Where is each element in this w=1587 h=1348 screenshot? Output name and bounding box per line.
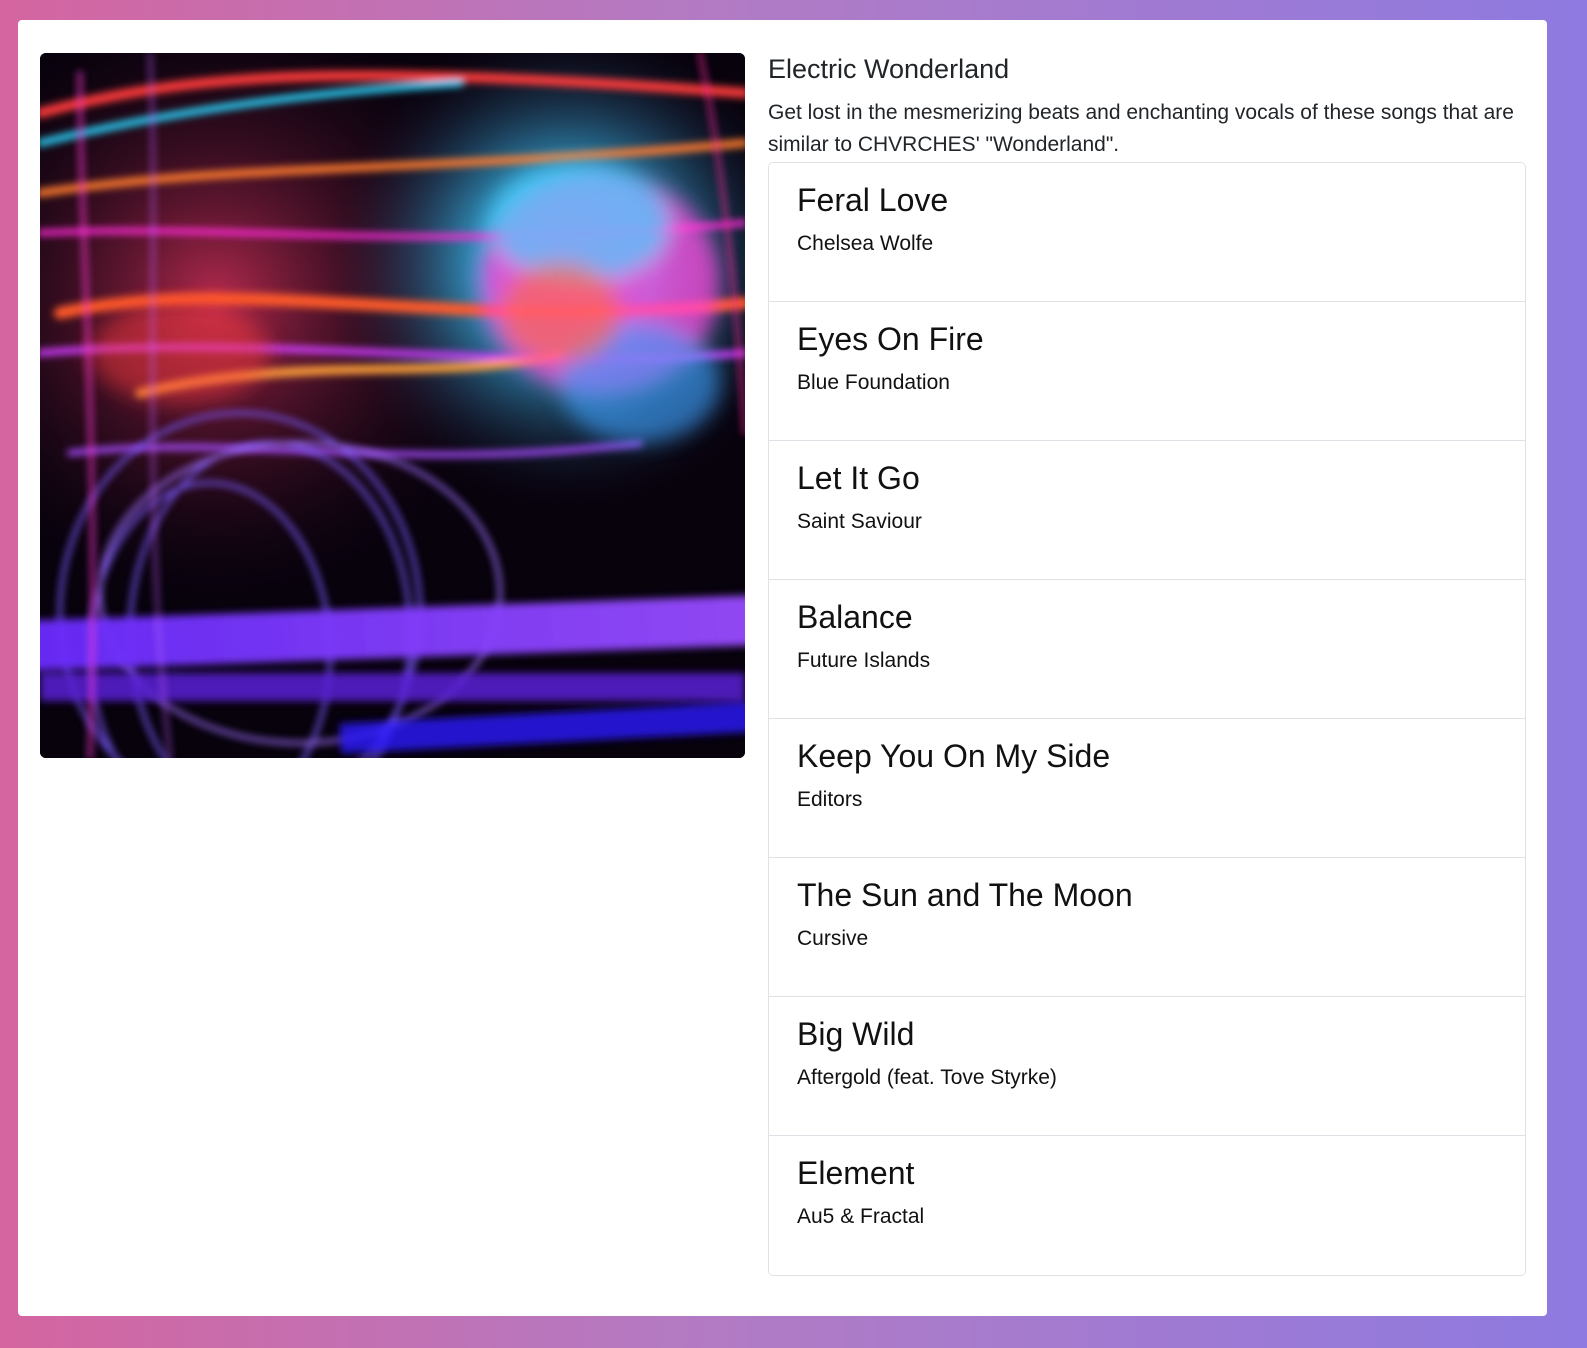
track-artist: Saint Saviour	[797, 510, 922, 533]
track-title: The Sun and The Moon	[797, 877, 1133, 913]
track-item[interactable]: Keep You On My Side Editors	[769, 719, 1525, 858]
playlist-cover-image	[40, 53, 745, 758]
track-title: Big Wild	[797, 1016, 915, 1052]
track-title: Balance	[797, 599, 913, 635]
track-list: Feral Love Chelsea Wolfe Eyes On Fire Bl…	[768, 162, 1526, 1276]
track-item[interactable]: The Sun and The Moon Cursive	[769, 858, 1525, 997]
track-item[interactable]: Big Wild Aftergold (feat. Tove Styrke)	[769, 997, 1525, 1136]
track-artist: Editors	[797, 788, 863, 811]
track-title: Element	[797, 1155, 915, 1191]
track-item[interactable]: Element Au5 & Fractal	[769, 1136, 1525, 1275]
track-title: Eyes On Fire	[797, 321, 984, 357]
track-artist: Blue Foundation	[797, 371, 950, 394]
playlist-title: Electric Wonderland	[768, 54, 1010, 84]
track-item[interactable]: Balance Future Islands	[769, 580, 1525, 719]
track-item[interactable]: Feral Love Chelsea Wolfe	[769, 163, 1525, 302]
track-artist: Au5 & Fractal	[797, 1205, 925, 1228]
track-item[interactable]: Let It Go Saint Saviour	[769, 441, 1525, 580]
playlist-info: Electric Wonderland Get lost in the mesm…	[768, 53, 1526, 1276]
track-artist: Cursive	[797, 927, 869, 950]
track-artist: Chelsea Wolfe	[797, 232, 934, 255]
track-title: Feral Love	[797, 182, 949, 218]
track-title: Let It Go	[797, 460, 920, 496]
playlist-description: Get lost in the mesmerizing beats and en…	[768, 101, 1514, 156]
track-artist: Aftergold (feat. Tove Styrke)	[797, 1066, 1057, 1089]
playlist-card: Electric Wonderland Get lost in the mesm…	[18, 20, 1547, 1316]
track-title: Keep You On My Side	[797, 738, 1111, 774]
track-item[interactable]: Eyes On Fire Blue Foundation	[769, 302, 1525, 441]
track-artist: Future Islands	[797, 649, 931, 672]
